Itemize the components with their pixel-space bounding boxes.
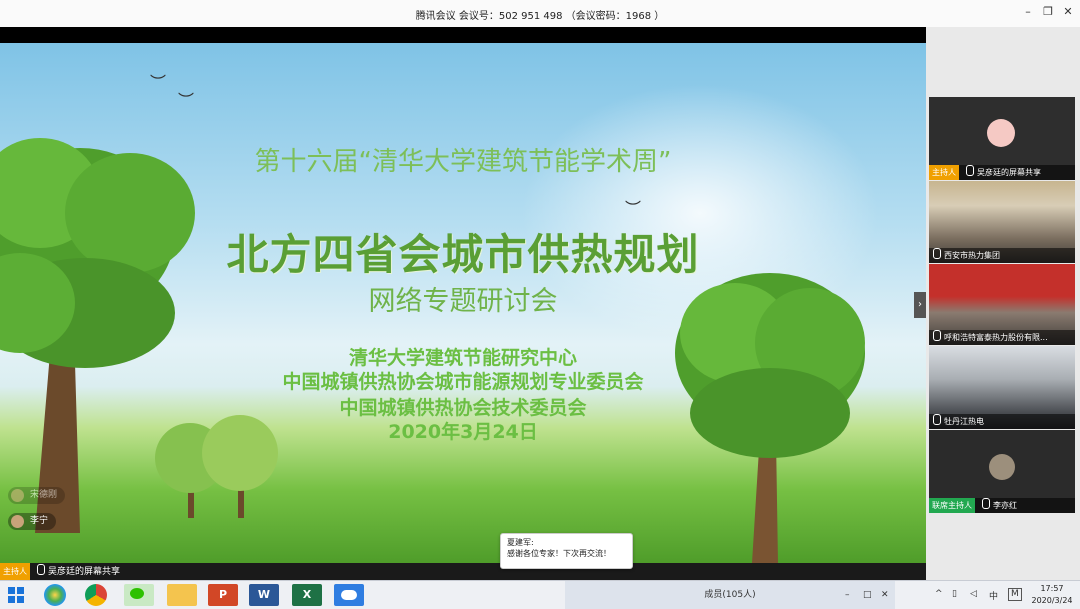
video-tile-label: 呼和浩特富泰热力股份有限... [929, 330, 1075, 345]
members-window-tab[interactable]: 成员(105人) – □ ✕ [565, 581, 895, 609]
system-clock[interactable]: 17:57 2020/3/24 [1028, 583, 1076, 607]
ime-mode-key[interactable]: M [1008, 588, 1022, 601]
collapse-sidebar-arrow-icon[interactable]: › [914, 292, 926, 318]
mic-icon [933, 330, 941, 341]
members-close-button[interactable]: ✕ [881, 581, 889, 609]
video-tile[interactable]: 联席主持人 李亦红 [929, 430, 1075, 513]
video-tile-name: 西安市热力集团 [944, 251, 1000, 260]
chat-sender: 夏建军: [507, 538, 534, 547]
video-tile[interactable]: 主持人 吴彦廷的屏幕共享 [929, 97, 1075, 180]
host-badge: 主持人 [0, 563, 30, 580]
members-count: 成员(105人) [704, 590, 756, 600]
minimize-button[interactable]: – [1020, 5, 1036, 18]
slide-org-1: 清华大学建筑节能研究中心 [348, 347, 577, 369]
avatar [11, 489, 24, 502]
word-icon[interactable]: W [249, 584, 279, 606]
meeting-title: 腾讯会议 会议号：502 951 498 （会议密码：1968 ） [415, 11, 665, 22]
members-maximize-button[interactable]: □ [863, 581, 872, 609]
participant-name: 李宁 [30, 516, 49, 526]
video-tile-name: 吴彦廷的屏幕共享 [977, 168, 1041, 177]
video-tile-name: 李亦红 [993, 501, 1017, 510]
network-icon[interactable]: ▯ [952, 589, 957, 599]
mic-icon [982, 498, 990, 509]
avatar [987, 119, 1015, 147]
slide-date: 2020年3月24日 [388, 421, 538, 443]
wechat-icon[interactable] [124, 584, 154, 606]
chrome-icon[interactable] [85, 584, 107, 606]
video-tile-label: 联席主持人 李亦红 [929, 498, 1075, 513]
clock-time: 17:57 [1040, 584, 1064, 593]
tray-chevron-icon[interactable]: ^ [935, 589, 943, 599]
volume-icon[interactable]: ◁ [970, 589, 977, 599]
participant-name: 宋德刚 [30, 490, 58, 500]
mic-icon [933, 414, 941, 425]
video-tile[interactable]: 西安市热力集团 [929, 181, 1075, 263]
presentation-slide: ︶ ︶ ︶ 第十六届“清华大学建筑节能学术周” 北方四省会城市供热规划 网络专题… [0, 43, 926, 563]
mic-icon [933, 248, 941, 259]
video-tile-label: 主持人 吴彦廷的屏幕共享 [929, 165, 1075, 180]
video-tile-label: 西安市热力集团 [929, 248, 1075, 263]
cohost-badge: 联席主持人 [929, 498, 975, 513]
screen-share-label: 吴彦廷的屏幕共享 [48, 567, 121, 577]
video-tile-name: 呼和浩特富泰热力股份有限... [944, 333, 1048, 342]
tencent-meeting-icon[interactable] [334, 584, 364, 606]
restore-button[interactable]: ❐ [1040, 5, 1056, 18]
chat-notification[interactable]: 夏建军: 感谢各位专家！下次再交流！ [500, 533, 633, 569]
file-explorer-icon[interactable] [167, 584, 197, 606]
avatar [11, 515, 24, 528]
shared-screen-area: ︶ ︶ ︶ 第十六届“清华大学建筑节能学术周” 北方四省会城市供热规划 网络专题… [0, 27, 926, 563]
mic-icon [966, 165, 974, 176]
ime-indicator[interactable]: 中 [989, 589, 998, 602]
members-minimize-button[interactable]: – [845, 581, 850, 609]
close-button[interactable]: ✕ [1060, 5, 1076, 18]
slide-org-2: 中国城镇供热协会城市能源规划专业委员会 [282, 371, 644, 393]
powerpoint-icon[interactable]: P [208, 584, 238, 606]
excel-icon[interactable]: X [292, 584, 322, 606]
video-tile-name: 牡丹江热电 [944, 417, 984, 426]
host-badge: 主持人 [929, 165, 959, 180]
mic-icon [37, 564, 45, 575]
window-titlebar: 腾讯会议 会议号：502 951 498 （会议密码：1968 ） – ❐ ✕ [0, 0, 1080, 28]
bird-icon: ︶ [150, 73, 167, 92]
windows-start-icon[interactable] [8, 587, 24, 603]
video-sidebar: 主持人 吴彦廷的屏幕共享 西安市热力集团 呼和浩特富泰热力股份有限... 牡丹江热… [926, 27, 1080, 580]
avatar [989, 454, 1015, 480]
video-tile[interactable]: 牡丹江热电 [929, 346, 1075, 429]
windows-taskbar: P W X 成员(105人) – □ ✕ ^ ▯ ◁ 中 M 17:57 202… [0, 580, 1080, 609]
screen-share-bar: 主持人 吴彦廷的屏幕共享 [0, 563, 926, 580]
participant-chip[interactable]: 宋德刚 [8, 487, 66, 504]
chat-message: 感谢各位专家！下次再交流！ [507, 549, 611, 558]
participant-chip[interactable]: 李宁 [8, 513, 57, 530]
bird-icon: ︶ [625, 199, 642, 218]
clock-date: 2020/3/24 [1031, 596, 1073, 605]
video-tile[interactable]: 呼和浩特富泰热力股份有限... [929, 264, 1075, 345]
slide-org-3: 中国城镇供热协会技术委员会 [339, 397, 587, 419]
slide-topic: 网络专题研讨会 [368, 286, 558, 317]
video-tile-label: 牡丹江热电 [929, 414, 1075, 429]
app-icon[interactable] [44, 584, 66, 606]
slide-subtitle: 第十六届“清华大学建筑节能学术周” [254, 147, 672, 177]
slide-main-title: 北方四省会城市供热规划 [226, 230, 700, 279]
